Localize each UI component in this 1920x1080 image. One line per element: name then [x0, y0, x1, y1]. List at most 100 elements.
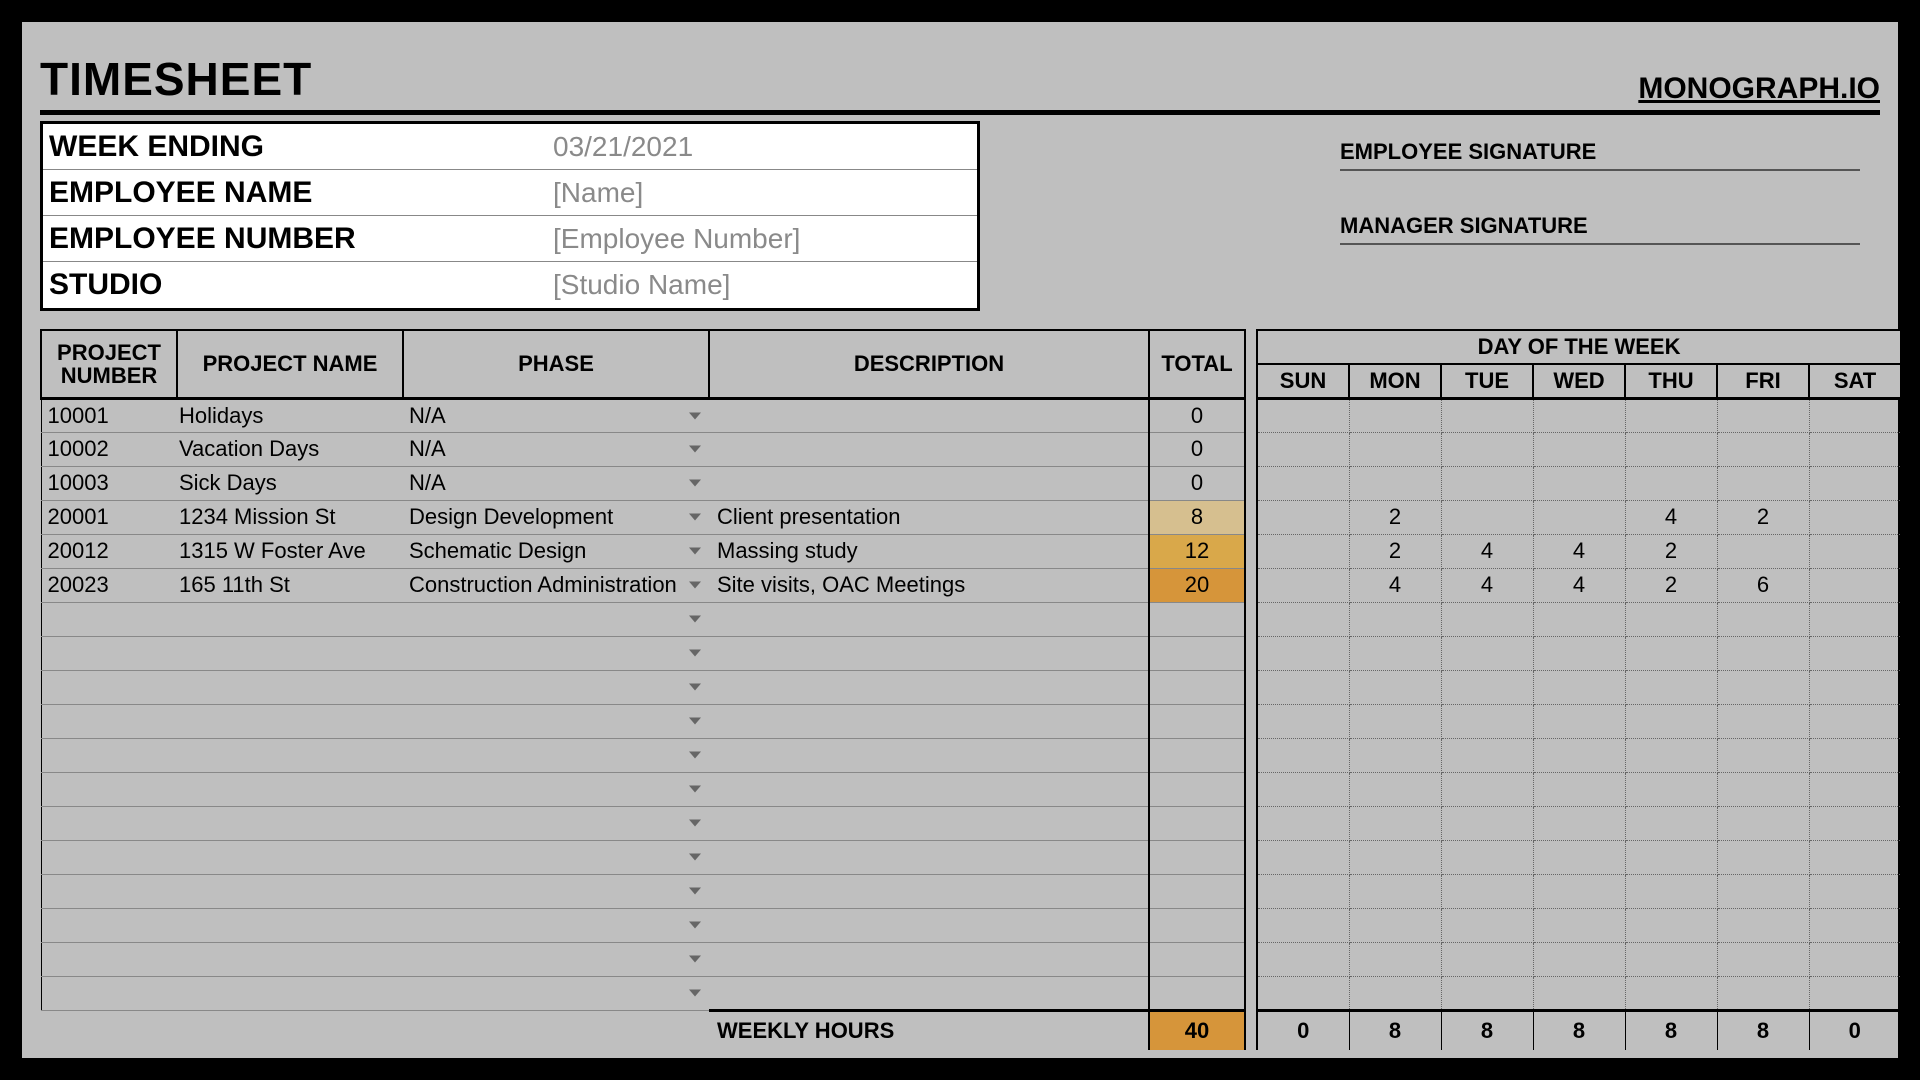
cell-day[interactable]: [1625, 908, 1717, 942]
cell-day[interactable]: [1809, 466, 1901, 500]
cell-day[interactable]: [1809, 908, 1901, 942]
cell-day[interactable]: [1349, 908, 1441, 942]
cell-day[interactable]: [1257, 704, 1349, 738]
cell-day[interactable]: [1717, 432, 1809, 466]
chevron-down-icon[interactable]: [689, 412, 701, 419]
cell-day[interactable]: [1349, 432, 1441, 466]
cell-day[interactable]: 2: [1717, 500, 1809, 534]
cell-day[interactable]: 4: [1441, 568, 1533, 602]
cell-day[interactable]: [1809, 976, 1901, 1010]
cell-project-number[interactable]: [41, 840, 177, 874]
chevron-down-icon[interactable]: [689, 786, 701, 793]
employee-signature-line[interactable]: EMPLOYEE SIGNATURE: [1340, 139, 1860, 171]
cell-day[interactable]: [1717, 466, 1809, 500]
cell-day[interactable]: [1441, 874, 1533, 908]
cell-day[interactable]: [1533, 942, 1625, 976]
cell-project-name[interactable]: [177, 908, 403, 942]
cell-phase-dropdown[interactable]: [403, 976, 709, 1010]
cell-day[interactable]: [1257, 432, 1349, 466]
cell-day[interactable]: [1809, 432, 1901, 466]
cell-day[interactable]: [1257, 500, 1349, 534]
chevron-down-icon[interactable]: [689, 956, 701, 963]
cell-project-number[interactable]: 10003: [41, 466, 177, 500]
chevron-down-icon[interactable]: [689, 752, 701, 759]
cell-day[interactable]: [1717, 602, 1809, 636]
cell-day[interactable]: 4: [1533, 534, 1625, 568]
cell-day[interactable]: 2: [1349, 534, 1441, 568]
cell-day[interactable]: 2: [1349, 500, 1441, 534]
cell-day[interactable]: [1257, 908, 1349, 942]
cell-day[interactable]: [1809, 602, 1901, 636]
cell-day[interactable]: [1257, 840, 1349, 874]
cell-day[interactable]: [1717, 840, 1809, 874]
cell-phase-dropdown[interactable]: [403, 772, 709, 806]
cell-project-name[interactable]: [177, 636, 403, 670]
cell-day[interactable]: [1809, 670, 1901, 704]
cell-description[interactable]: [709, 670, 1149, 704]
cell-day[interactable]: [1809, 806, 1901, 840]
cell-day[interactable]: [1441, 942, 1533, 976]
cell-day[interactable]: [1625, 670, 1717, 704]
cell-description[interactable]: [709, 466, 1149, 500]
studio-input[interactable]: [Studio Name]: [553, 269, 730, 301]
cell-description[interactable]: [709, 772, 1149, 806]
cell-project-number[interactable]: [41, 670, 177, 704]
cell-day[interactable]: [1717, 942, 1809, 976]
cell-day[interactable]: 4: [1441, 534, 1533, 568]
cell-day[interactable]: [1625, 602, 1717, 636]
chevron-down-icon[interactable]: [689, 480, 701, 487]
cell-day[interactable]: [1349, 840, 1441, 874]
cell-phase-dropdown[interactable]: Design Development: [403, 500, 709, 534]
cell-day[interactable]: [1533, 840, 1625, 874]
cell-day[interactable]: [1533, 466, 1625, 500]
cell-day[interactable]: [1349, 636, 1441, 670]
cell-project-number[interactable]: [41, 942, 177, 976]
cell-day[interactable]: [1625, 874, 1717, 908]
cell-project-number[interactable]: [41, 874, 177, 908]
cell-day[interactable]: [1717, 636, 1809, 670]
cell-day[interactable]: [1625, 466, 1717, 500]
cell-day[interactable]: [1441, 636, 1533, 670]
cell-day[interactable]: [1625, 432, 1717, 466]
cell-day[interactable]: 2: [1625, 568, 1717, 602]
cell-description[interactable]: [709, 840, 1149, 874]
cell-day[interactable]: [1257, 466, 1349, 500]
cell-day[interactable]: [1809, 534, 1901, 568]
cell-day[interactable]: [1717, 534, 1809, 568]
cell-description[interactable]: [709, 398, 1149, 432]
cell-day[interactable]: [1441, 398, 1533, 432]
chevron-down-icon[interactable]: [689, 514, 701, 521]
chevron-down-icon[interactable]: [689, 888, 701, 895]
cell-day[interactable]: [1533, 670, 1625, 704]
cell-project-name[interactable]: [177, 772, 403, 806]
cell-project-number[interactable]: [41, 602, 177, 636]
cell-description[interactable]: [709, 806, 1149, 840]
cell-description[interactable]: Site visits, OAC Meetings: [709, 568, 1149, 602]
cell-description[interactable]: [709, 908, 1149, 942]
cell-day[interactable]: [1533, 908, 1625, 942]
cell-description[interactable]: [709, 976, 1149, 1010]
cell-phase-dropdown[interactable]: N/A: [403, 398, 709, 432]
week-ending-input[interactable]: 03/21/2021: [553, 131, 693, 163]
cell-day[interactable]: [1349, 602, 1441, 636]
cell-day[interactable]: [1717, 398, 1809, 432]
cell-project-number[interactable]: [41, 772, 177, 806]
cell-phase-dropdown[interactable]: [403, 602, 709, 636]
cell-description[interactable]: [709, 602, 1149, 636]
chevron-down-icon[interactable]: [689, 616, 701, 623]
cell-project-name[interactable]: 1315 W Foster Ave: [177, 534, 403, 568]
cell-day[interactable]: [1349, 772, 1441, 806]
cell-day[interactable]: [1257, 602, 1349, 636]
cell-project-number[interactable]: [41, 806, 177, 840]
cell-project-name[interactable]: 165 11th St: [177, 568, 403, 602]
cell-project-name[interactable]: [177, 670, 403, 704]
cell-day[interactable]: [1625, 738, 1717, 772]
cell-day[interactable]: [1717, 772, 1809, 806]
chevron-down-icon[interactable]: [689, 446, 701, 453]
cell-day[interactable]: [1717, 806, 1809, 840]
cell-day[interactable]: [1625, 772, 1717, 806]
cell-day[interactable]: [1441, 670, 1533, 704]
chevron-down-icon[interactable]: [689, 820, 701, 827]
cell-day[interactable]: 6: [1717, 568, 1809, 602]
cell-day[interactable]: [1809, 738, 1901, 772]
